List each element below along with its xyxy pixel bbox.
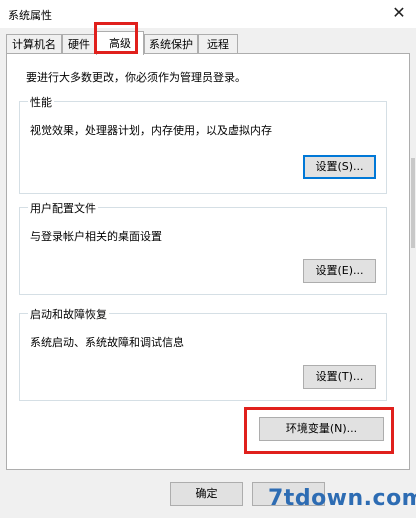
tab-computer-name[interactable]: 计算机名 [6,34,62,54]
window-title: 系统属性 [8,9,52,22]
watermark-logo: 7tdown.com [268,486,416,511]
user-profiles-legend: 用户配置文件 [28,200,98,216]
scrollbar-thumb[interactable] [411,158,415,248]
performance-settings-button[interactable]: 设置(S)... [303,155,376,179]
system-properties-window: 系统属性 ✕ 计算机名 硬件 高级 系统保护 远程 要进行大多数更改，你必须作为… [0,0,416,518]
tab-hardware[interactable]: 硬件 [62,34,96,54]
close-icon[interactable]: ✕ [388,2,410,24]
environment-variables-button[interactable]: 环境变量(N)... [259,417,384,441]
ok-button[interactable]: 确定 [170,482,243,506]
startup-recovery-settings-button[interactable]: 设置(T)... [303,365,376,389]
scrollbar[interactable] [410,28,416,470]
user-profiles-description: 与登录帐户相关的桌面设置 [30,230,162,243]
startup-recovery-description: 系统启动、系统故障和调试信息 [30,336,184,349]
performance-description: 视觉效果，处理器计划，内存使用，以及虚拟内存 [30,124,272,137]
tab-system-protection[interactable]: 系统保护 [144,34,198,54]
admin-note: 要进行大多数更改，你必须作为管理员登录。 [26,71,246,84]
tab-advanced[interactable]: 高级 [96,31,144,55]
tab-strip: 计算机名 硬件 高级 系统保护 远程 [6,31,410,55]
startup-recovery-legend: 启动和故障恢复 [28,306,109,322]
tab-remote[interactable]: 远程 [198,34,238,54]
user-profiles-settings-button[interactable]: 设置(E)... [303,259,376,283]
title-bar: 系统属性 ✕ [0,0,416,28]
performance-group: 性能 视觉效果，处理器计划，内存使用，以及虚拟内存 [19,94,387,194]
performance-legend: 性能 [28,94,54,110]
